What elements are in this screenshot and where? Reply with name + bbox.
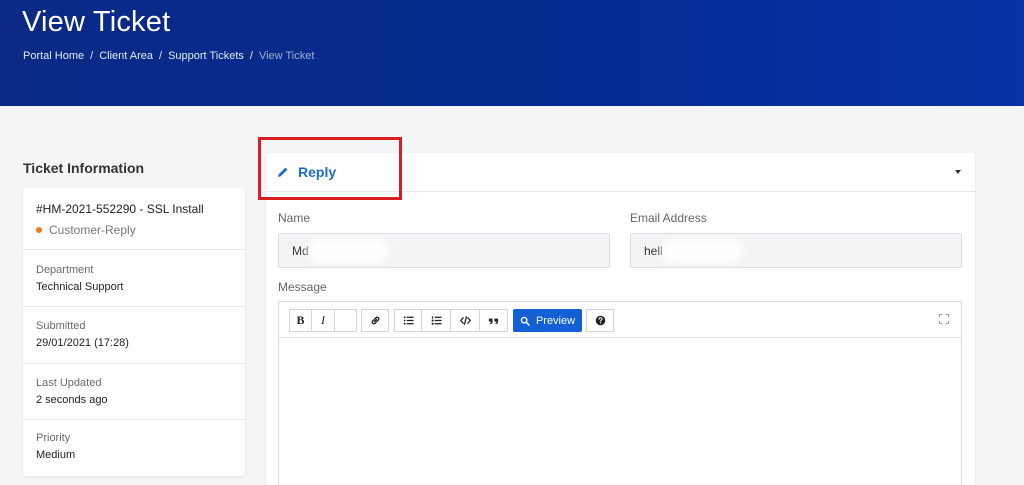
ticket-info-card: #HM-2021-552290 - SSL Install Customer-R… bbox=[23, 188, 245, 476]
status-badge: Customer-Reply bbox=[36, 223, 232, 237]
last-updated-value: 2 seconds ago bbox=[36, 394, 108, 406]
breadcrumb: Portal Home / Client Area / Support Tick… bbox=[23, 50, 314, 62]
name-label: Name bbox=[278, 211, 311, 225]
reply-toggle-button[interactable]: Reply bbox=[277, 164, 336, 180]
message-editor: B I Preview bbox=[278, 301, 962, 485]
code-button[interactable] bbox=[451, 309, 480, 332]
department-value: Technical Support bbox=[36, 281, 124, 293]
breadcrumb-separator: / bbox=[90, 50, 94, 62]
last-updated-label: Last Updated bbox=[36, 377, 102, 389]
fullscreen-icon[interactable] bbox=[939, 314, 949, 324]
breadcrumb-separator: / bbox=[159, 50, 163, 62]
priority-value: Medium bbox=[36, 449, 76, 461]
preview-label: Preview bbox=[535, 314, 576, 327]
italic-button[interactable]: I bbox=[312, 309, 335, 332]
ticket-info-title: Ticket Information bbox=[23, 160, 145, 176]
numbered-list-button[interactable] bbox=[422, 309, 451, 332]
link-button[interactable] bbox=[361, 309, 389, 332]
ticket-summary: #HM-2021-552290 - SSL Install Customer-R… bbox=[23, 188, 245, 250]
message-textarea[interactable] bbox=[279, 338, 961, 485]
email-value: hell bbox=[644, 243, 663, 258]
breadcrumb-client-area[interactable]: Client Area bbox=[99, 50, 153, 62]
quote-icon bbox=[488, 318, 499, 325]
breadcrumb-separator: / bbox=[249, 50, 253, 62]
caret-down-icon[interactable] bbox=[955, 170, 961, 174]
help-button[interactable] bbox=[586, 309, 614, 332]
quote-button[interactable] bbox=[480, 309, 508, 332]
search-icon bbox=[520, 316, 530, 326]
question-circle-icon bbox=[595, 315, 605, 326]
reply-panel-header: Reply bbox=[266, 153, 975, 192]
priority-row: Priority Medium bbox=[23, 420, 245, 476]
priority-label: Priority bbox=[36, 432, 71, 444]
preview-button[interactable]: Preview bbox=[513, 309, 582, 332]
breadcrumb-support-tickets[interactable]: Support Tickets bbox=[168, 50, 244, 62]
bold-button[interactable]: B bbox=[289, 309, 312, 332]
submitted-label: Submitted bbox=[36, 320, 86, 332]
pencil-icon bbox=[278, 167, 288, 177]
redaction-blur bbox=[312, 243, 383, 258]
bullet-list-button[interactable] bbox=[394, 309, 422, 332]
code-icon bbox=[459, 316, 471, 325]
message-label: Message bbox=[278, 280, 327, 294]
name-value: Md bbox=[292, 243, 309, 258]
page-title: View Ticket bbox=[22, 6, 171, 38]
submitted-value: 29/01/2021 (17:28) bbox=[36, 337, 129, 349]
last-updated-row: Last Updated 2 seconds ago bbox=[23, 364, 245, 420]
toolbar-spacer bbox=[335, 309, 357, 332]
link-icon bbox=[371, 316, 379, 325]
breadcrumb-portal-home[interactable]: Portal Home bbox=[23, 50, 84, 62]
reply-title: Reply bbox=[298, 164, 337, 180]
submitted-row: Submitted 29/01/2021 (17:28) bbox=[23, 307, 245, 364]
status-label: Customer-Reply bbox=[49, 223, 136, 237]
page-header: View Ticket Portal Home / Client Area / … bbox=[0, 0, 1024, 106]
bullet-list-icon bbox=[403, 316, 414, 325]
numbered-list-icon bbox=[431, 316, 442, 325]
email-label: Email Address bbox=[630, 211, 707, 225]
reply-panel: Reply Name Md Email Address hell Message… bbox=[266, 153, 975, 485]
name-field[interactable]: Md bbox=[278, 233, 610, 268]
editor-toolbar: B I Preview bbox=[279, 302, 961, 338]
breadcrumb-current: View Ticket bbox=[258, 50, 315, 62]
department-label: Department bbox=[36, 264, 94, 276]
redaction-blur bbox=[666, 243, 737, 258]
email-field[interactable]: hell bbox=[630, 233, 962, 268]
department-row: Department Technical Support bbox=[23, 250, 245, 307]
ticket-id: #HM-2021-552290 - SSL Install bbox=[36, 202, 204, 216]
status-dot-icon bbox=[36, 227, 42, 233]
